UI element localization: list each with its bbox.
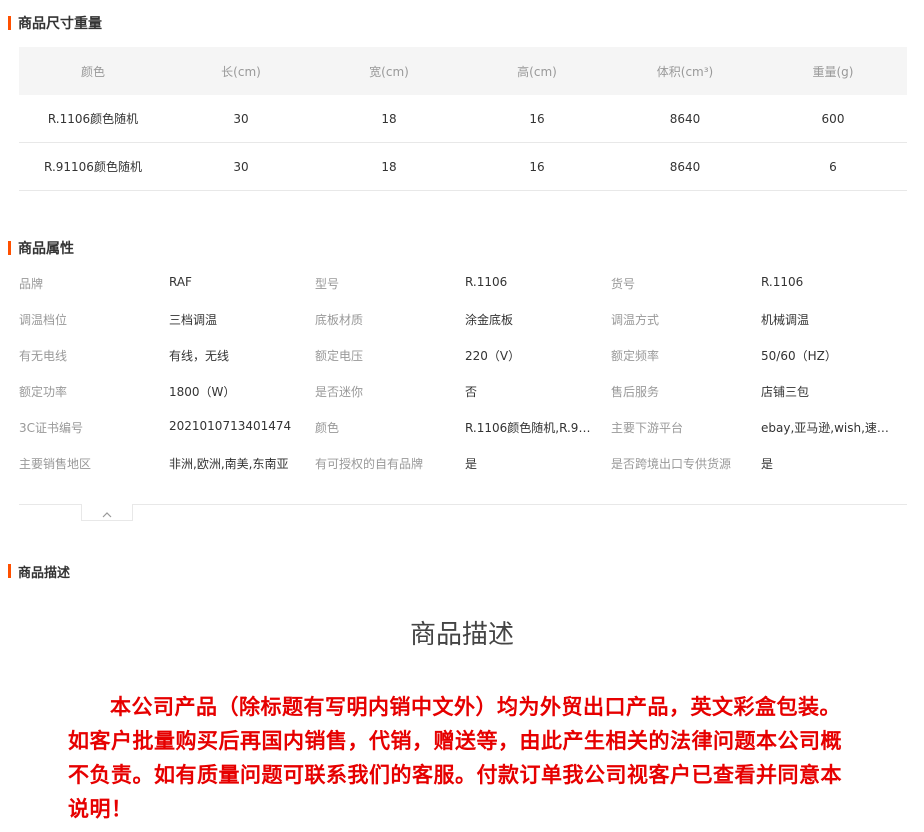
attribute-value: 2021010713401474 <box>169 418 292 433</box>
attribute-3c-cert: 3C证书编号 2021010713401474 <box>19 419 315 436</box>
description-notice: 本公司产品（除标题有写明内销中文外）均为外贸出口产品，英文彩盒包装。如客户批量购… <box>68 695 842 821</box>
attribute-label: 3C证书编号 <box>19 420 84 435</box>
collapse-attributes-button[interactable] <box>81 504 133 521</box>
attribute-value: R.1106 <box>465 274 508 289</box>
attribute-cord: 有无电线 有线，无线 <box>19 347 315 364</box>
attribute-label: 型号 <box>315 276 340 291</box>
title-accent-bar <box>8 564 11 578</box>
desc-section-title: 商品描述 <box>8 563 71 581</box>
attribute-value: 220（V） <box>465 348 521 363</box>
attribute-label: 售后服务 <box>611 384 660 399</box>
cell-color: R.1106颜色随机 <box>19 95 167 143</box>
attribute-row: 品牌 RAF 型号 R.1106 货号 R.1106 <box>19 265 907 301</box>
attribute-label: 主要销售地区 <box>19 456 92 471</box>
size-section-title-text: 商品尺寸重量 <box>18 16 102 32</box>
attribute-frequency: 额定频率 50/60（HZ） <box>611 347 907 364</box>
size-table-header-row: 颜色 长(cm) 宽(cm) 高(cm) 体积(cm³) 重量(g) <box>19 47 907 95</box>
cell-length: 30 <box>167 95 315 143</box>
attribute-value: 50/60（HZ） <box>761 348 837 363</box>
attribute-export-only: 是否跨境出口专供货源 是 <box>611 455 907 472</box>
attribute-value: R.1106 <box>761 274 804 289</box>
attribute-mini: 是否迷你 否 <box>315 383 611 400</box>
title-accent-bar <box>8 16 11 30</box>
size-section-title: 商品尺寸重量 <box>8 15 102 32</box>
cell-height: 16 <box>463 142 611 191</box>
attribute-value: 店铺三包 <box>761 384 810 399</box>
header-width: 宽(cm) <box>315 47 463 95</box>
attribute-value: R.1106颜色随机,R.91106颜色随机 <box>465 420 595 435</box>
attribute-after-sales: 售后服务 店铺三包 <box>611 383 907 400</box>
attribute-value: ebay,亚马逊,wish,速卖通 <box>761 420 891 435</box>
attribute-row: 有无电线 有线，无线 额定电压 220（V） 额定频率 50/60（HZ） <box>19 337 907 373</box>
attribute-value: RAF <box>169 274 192 289</box>
attribute-row: 3C证书编号 2021010713401474 颜色 R.1106颜色随机,R.91… <box>19 409 907 445</box>
attribute-label: 是否跨境出口专供货源 <box>611 456 732 471</box>
attribute-row: 主要销售地区 非洲,欧洲,南美,东南亚 有可授权的自有品牌 是 是否跨境出口专供货源… <box>19 445 907 481</box>
table-row: R.1106颜色随机 30 18 16 8640 600 <box>19 95 907 143</box>
desc-section-title-text: 商品描述 <box>18 565 71 581</box>
attribute-soleplate: 底板材质 涂金底板 <box>315 311 611 328</box>
header-color: 颜色 <box>19 47 167 95</box>
attribute-label: 品牌 <box>19 276 44 291</box>
attribute-platforms: 主要下游平台 ebay,亚马逊,wish,速卖通 <box>611 419 907 436</box>
attribute-label: 主要下游平台 <box>611 420 684 435</box>
attribute-grid: 品牌 RAF 型号 R.1106 货号 R.1106 调温档位 三档调温 底板材质 涂金底… <box>19 265 907 481</box>
attribute-label: 调温方式 <box>611 312 660 327</box>
title-accent-bar <box>8 241 11 255</box>
size-table: 颜色 长(cm) 宽(cm) 高(cm) 体积(cm³) 重量(g) R.110… <box>19 47 907 191</box>
attr-section-title-text: 商品属性 <box>18 241 74 257</box>
attribute-value: 是 <box>465 456 478 471</box>
cell-color: R.91106颜色随机 <box>19 142 167 191</box>
header-length: 长(cm) <box>167 47 315 95</box>
attribute-label: 额定频率 <box>611 348 660 363</box>
attribute-label: 有可授权的自有品牌 <box>315 456 424 471</box>
attribute-value: 非洲,欧洲,南美,东南亚 <box>169 456 289 471</box>
attribute-value: 否 <box>465 384 478 399</box>
attr-section-title: 商品属性 <box>8 240 74 257</box>
attribute-label: 底板材质 <box>315 312 364 327</box>
attribute-value: 是 <box>761 456 774 471</box>
attribute-label: 额定电压 <box>315 348 364 363</box>
header-weight: 重量(g) <box>759 47 907 95</box>
attribute-value: 机械调温 <box>761 312 810 327</box>
cell-width: 18 <box>315 142 463 191</box>
chevron-up-icon <box>102 503 112 522</box>
cell-height: 16 <box>463 95 611 143</box>
attribute-value: 1800（W） <box>169 384 236 399</box>
attribute-brand: 品牌 RAF <box>19 275 315 292</box>
attribute-temp-control: 调温方式 机械调温 <box>611 311 907 328</box>
attribute-divider <box>19 504 907 505</box>
attribute-label: 有无电线 <box>19 348 68 363</box>
description-heading: 商品描述 <box>409 620 514 650</box>
attribute-label: 货号 <box>611 276 636 291</box>
attribute-row: 调温档位 三档调温 底板材质 涂金底板 调温方式 机械调温 <box>19 301 907 337</box>
cell-volume: 8640 <box>611 142 759 191</box>
cell-volume: 8640 <box>611 95 759 143</box>
attribute-value: 涂金底板 <box>465 312 514 327</box>
attribute-voltage: 额定电压 220（V） <box>315 347 611 364</box>
attribute-value: 有线，无线 <box>169 348 230 363</box>
attribute-row: 额定功率 1800（W） 是否迷你 否 售后服务 店铺三包 <box>19 373 907 409</box>
attribute-color: 颜色 R.1106颜色随机,R.91106颜色随机 <box>315 419 611 436</box>
attribute-value: 三档调温 <box>169 312 218 327</box>
attribute-label: 调温档位 <box>19 312 68 327</box>
attribute-regions: 主要销售地区 非洲,欧洲,南美,东南亚 <box>19 455 315 472</box>
cell-weight: 600 <box>759 95 907 143</box>
header-volume: 体积(cm³) <box>611 47 759 95</box>
header-height: 高(cm) <box>463 47 611 95</box>
attribute-label: 额定功率 <box>19 384 68 399</box>
attribute-item-no: 货号 R.1106 <box>611 275 907 292</box>
cell-weight: 6 <box>759 142 907 191</box>
attribute-label: 颜色 <box>315 420 340 435</box>
attribute-temp-levels: 调温档位 三档调温 <box>19 311 315 328</box>
attribute-model: 型号 R.1106 <box>315 275 611 292</box>
attribute-label: 是否迷你 <box>315 384 364 399</box>
cell-width: 18 <box>315 95 463 143</box>
attribute-power: 额定功率 1800（W） <box>19 383 315 400</box>
attribute-own-brand: 有可授权的自有品牌 是 <box>315 455 611 472</box>
cell-length: 30 <box>167 142 315 191</box>
table-row: R.91106颜色随机 30 18 16 8640 6 <box>19 142 907 191</box>
